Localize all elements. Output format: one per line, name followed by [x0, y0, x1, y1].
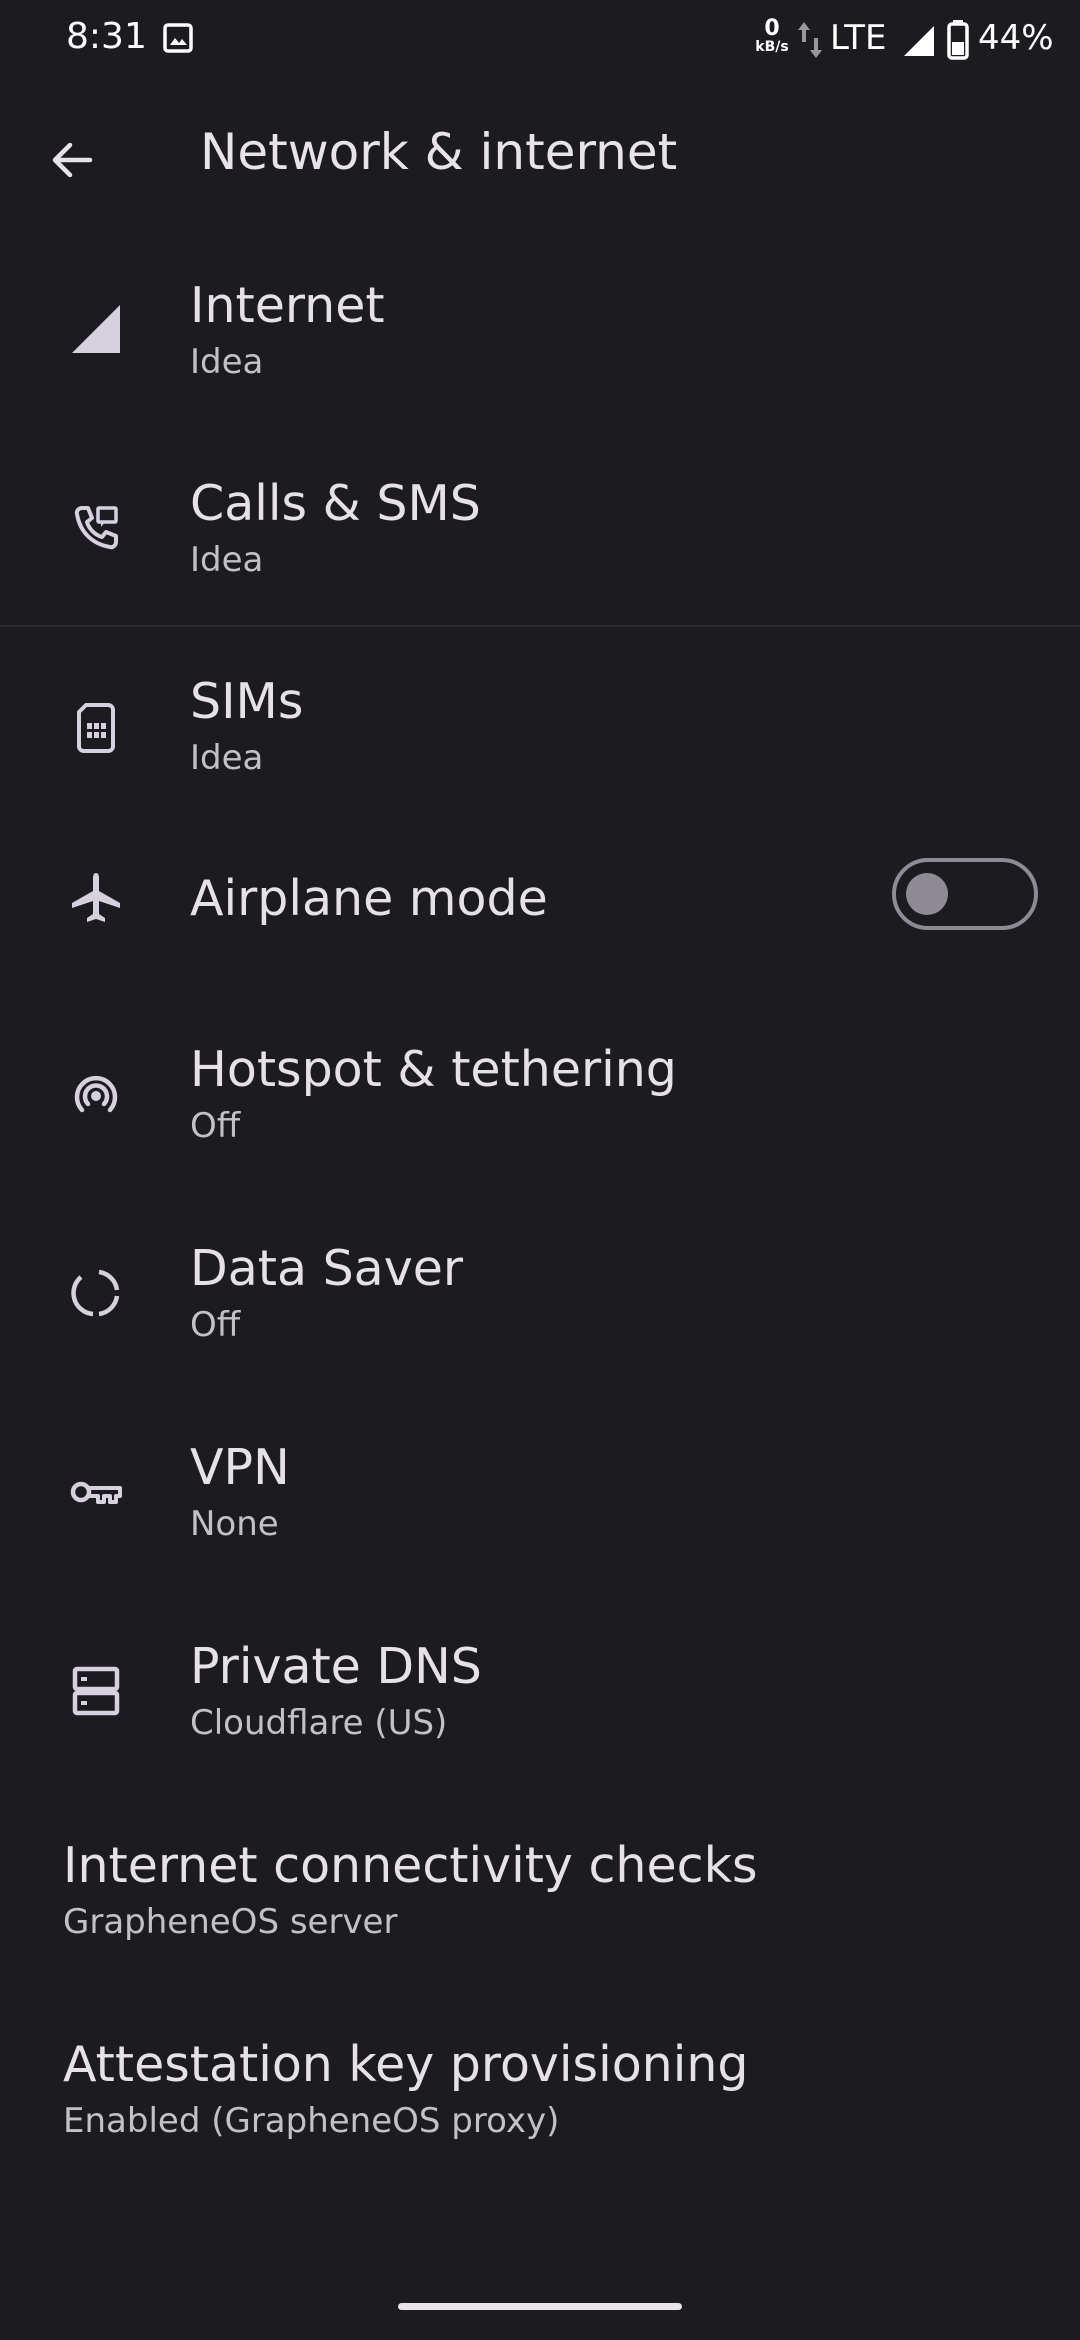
attestation-key-title: Attestation key provisioning — [63, 2036, 749, 2093]
attestation-key-item[interactable]: Attestation key provisioning Enabled (Gr… — [0, 1990, 1080, 2188]
private-dns-item[interactable]: Private DNS Cloudflare (US) — [0, 1592, 1080, 1790]
sims-summary: Idea — [190, 738, 264, 778]
cell-signal-icon — [902, 24, 936, 58]
calls-sms-summary: Idea — [190, 540, 264, 580]
data-saver-summary: Off — [190, 1305, 241, 1345]
sims-title: SIMs — [190, 673, 304, 730]
private-dns-title: Private DNS — [190, 1638, 482, 1695]
section-divider — [0, 625, 1080, 627]
connectivity-checks-item[interactable]: Internet connectivity checks GrapheneOS … — [0, 1791, 1080, 1989]
calls-sms-title: Calls & SMS — [190, 475, 481, 532]
airplane-mode-toggle[interactable] — [892, 858, 1038, 930]
data-saver-item[interactable]: Data Saver Off — [0, 1194, 1080, 1392]
vpn-key-icon — [60, 1456, 132, 1528]
connectivity-checks-summary: GrapheneOS server — [63, 1902, 398, 1942]
hotspot-tethering-item[interactable]: Hotspot & tethering Off — [0, 995, 1080, 1193]
airplane-icon — [60, 862, 132, 934]
vpn-title: VPN — [190, 1439, 290, 1496]
vpn-item[interactable]: VPN None — [0, 1393, 1080, 1591]
back-button[interactable] — [30, 118, 114, 202]
app-bar: Network & internet — [0, 80, 1080, 230]
sims-item[interactable]: SIMs Idea — [0, 628, 1080, 826]
vpn-summary: None — [190, 1504, 279, 1544]
page-title: Network & internet — [200, 123, 678, 181]
connectivity-checks-title: Internet connectivity checks — [63, 1837, 758, 1894]
battery-icon — [947, 20, 969, 60]
hotspot-icon — [60, 1058, 132, 1130]
signal-icon — [60, 293, 132, 365]
internet-title: Internet — [190, 277, 385, 334]
airplane-mode-title: Airplane mode — [190, 870, 548, 927]
private-dns-summary: Cloudflare (US) — [190, 1703, 448, 1743]
dns-icon — [60, 1655, 132, 1727]
network-type: LTE — [830, 18, 887, 58]
network-speed-unit: kB/s — [755, 39, 789, 55]
toggle-thumb — [906, 873, 948, 915]
calls-sms-item[interactable]: Calls & SMS Idea — [0, 429, 1080, 627]
hotspot-tethering-summary: Off — [190, 1106, 241, 1146]
status-bar: 8:31 0 kB/s LTE 44% — [0, 0, 1080, 80]
attestation-key-summary: Enabled (GrapheneOS proxy) — [63, 2101, 560, 2141]
data-saver-title: Data Saver — [190, 1240, 463, 1297]
status-time: 8:31 — [66, 16, 147, 57]
airplane-mode-item[interactable]: Airplane mode — [0, 800, 1080, 998]
gesture-nav-handle[interactable] — [398, 2303, 682, 2310]
network-speed-value: 0 — [764, 16, 780, 41]
internet-item[interactable]: Internet Idea — [0, 230, 1080, 428]
internet-summary: Idea — [190, 342, 264, 382]
data-activity-icon — [795, 18, 825, 62]
gallery-notification-icon — [163, 23, 193, 53]
arrow-back-icon — [52, 142, 93, 178]
battery-percent: 44% — [978, 18, 1054, 58]
data-saver-icon — [60, 1257, 132, 1329]
hotspot-tethering-title: Hotspot & tethering — [190, 1041, 677, 1098]
sim-card-icon — [60, 691, 132, 763]
phone-icon — [60, 492, 132, 564]
network-speed: 0 kB/s — [750, 18, 794, 55]
settings-screen: 8:31 0 kB/s LTE 44% Network & internet I… — [0, 0, 1080, 2340]
